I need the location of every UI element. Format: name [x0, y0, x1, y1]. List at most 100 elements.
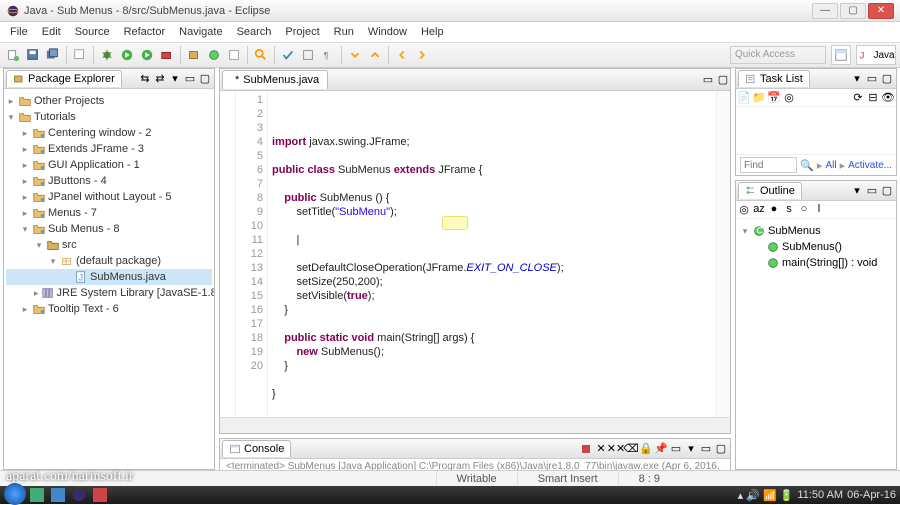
schedule-button[interactable]: 📅 [767, 90, 781, 104]
tree-item[interactable]: ▸Centering window - 2 [6, 125, 212, 141]
task-all-link[interactable]: All [825, 160, 836, 171]
task-activate-link[interactable]: Activate... [848, 160, 892, 171]
new-class-button[interactable] [205, 46, 223, 64]
task-find-go-icon[interactable]: 🔍 [800, 159, 814, 172]
external-tools-button[interactable] [158, 46, 176, 64]
new-task-button[interactable]: 📄 [737, 90, 751, 104]
show-whitespace-button[interactable]: ¶ [319, 46, 337, 64]
close-button[interactable]: ✕ [868, 3, 894, 19]
tree-item[interactable]: ▸JButtons - 4 [6, 173, 212, 189]
start-button[interactable] [4, 483, 26, 505]
outline-tree[interactable]: ▾CSubMenusSubMenus()main(String[]) : voi… [736, 219, 896, 275]
java-perspective-button[interactable]: JJava [856, 45, 896, 65]
new-button[interactable] [4, 46, 22, 64]
tree-item[interactable]: ▸JRE System Library [JavaSE-1.8] [6, 285, 212, 301]
tree-item[interactable]: ▾Sub Menus - 8 [6, 221, 212, 237]
maximize-button[interactable]: ▢ [840, 3, 866, 19]
run-last-button[interactable] [138, 46, 156, 64]
toggle-block-button[interactable] [299, 46, 317, 64]
tree-item[interactable]: ▸Menus - 7 [6, 205, 212, 221]
collapse-all-button[interactable]: ⇆ [138, 72, 152, 86]
maximize-view-button[interactable]: ▢ [198, 72, 212, 86]
console-maximize-button[interactable]: ▢ [714, 442, 728, 456]
outline-menu-button[interactable]: ▾ [850, 184, 864, 198]
focus-button[interactable]: ◎ [782, 90, 796, 104]
minimize-button[interactable]: — [812, 3, 838, 19]
console-display-button[interactable]: ▭ [669, 442, 683, 456]
tree-item[interactable]: ▸Other Projects [6, 93, 212, 109]
console-remove-all-button[interactable]: ✕✕ [609, 442, 623, 456]
tray-icons[interactable]: ▴ 🔊 📶 🔋 [738, 489, 794, 502]
outline-public-button[interactable]: ○ [797, 202, 811, 216]
taskbar-icon[interactable] [27, 487, 47, 503]
save-button[interactable] [24, 46, 42, 64]
taskbar-icon[interactable] [69, 487, 89, 503]
tree-item[interactable]: ▸GUI Application - 1 [6, 157, 212, 173]
outline-sort-button[interactable]: az [752, 202, 766, 216]
menu-window[interactable]: Window [362, 24, 413, 40]
prev-annotation-button[interactable] [366, 46, 384, 64]
overview-ruler[interactable] [716, 91, 730, 417]
tree-item[interactable]: ▾(default package) [6, 253, 212, 269]
outline-fields-button[interactable]: ● [767, 202, 781, 216]
save-all-button[interactable] [44, 46, 62, 64]
console-pin-button[interactable]: 📌 [654, 442, 668, 456]
outline-max-button[interactable]: ▢ [880, 184, 894, 198]
menu-run[interactable]: Run [328, 24, 360, 40]
next-annotation-button[interactable] [346, 46, 364, 64]
menu-help[interactable]: Help [415, 24, 450, 40]
tasklist-max-button[interactable]: ▢ [880, 72, 894, 86]
outline-item[interactable]: ▾CSubMenus [740, 223, 892, 239]
outline-focus-button[interactable]: ◎ [737, 202, 751, 216]
forward-button[interactable] [413, 46, 431, 64]
menu-project[interactable]: Project [279, 24, 325, 40]
menu-file[interactable]: File [4, 24, 34, 40]
quick-access-input[interactable]: Quick Access [730, 46, 826, 64]
collapse-tasks-button[interactable]: ⊟ [866, 90, 880, 104]
tree-item[interactable]: ▸JPanel without Layout - 5 [6, 189, 212, 205]
tasklist-min-button[interactable]: ▭ [865, 72, 879, 86]
minimize-view-button[interactable]: ▭ [183, 72, 197, 86]
outline-item[interactable]: main(String[]) : void [740, 255, 892, 271]
link-editor-button[interactable]: ⇄ [153, 72, 167, 86]
task-find-input[interactable] [740, 157, 797, 173]
outline-item[interactable]: SubMenus() [740, 239, 892, 255]
run-button[interactable] [118, 46, 136, 64]
console-scroll-lock-button[interactable]: 🔒 [639, 442, 653, 456]
task-list-tab[interactable]: Task List [738, 70, 810, 87]
marker-bar[interactable] [220, 91, 236, 417]
menu-source[interactable]: Source [69, 24, 116, 40]
console-terminate-button[interactable] [579, 442, 593, 456]
hide-button[interactable]: 👁 [881, 90, 895, 104]
editor-scrollbar[interactable] [220, 417, 730, 433]
editor-tab-submenus[interactable]: J *SubMenus.java [222, 70, 328, 89]
menu-navigate[interactable]: Navigate [173, 24, 228, 40]
tree-item[interactable]: ▾src [6, 237, 212, 253]
toggle-mark-button[interactable] [279, 46, 297, 64]
tree-item[interactable]: ▸Extends JFrame - 3 [6, 141, 212, 157]
open-task-button[interactable] [225, 46, 243, 64]
menu-edit[interactable]: Edit [36, 24, 67, 40]
outline-static-button[interactable]: s [782, 202, 796, 216]
package-tree[interactable]: ▸Other Projects▾Tutorials▸Centering wind… [4, 89, 214, 321]
view-menu-button[interactable]: ▾ [168, 72, 182, 86]
editor-maximize-button[interactable]: ▢ [716, 73, 730, 87]
outline-tab[interactable]: Outline [738, 182, 802, 199]
categorize-button[interactable]: 📁 [752, 90, 766, 104]
editor-minimize-button[interactable]: ▭ [701, 73, 715, 87]
debug-button[interactable] [98, 46, 116, 64]
outline-min-button[interactable]: ▭ [865, 184, 879, 198]
sync-button[interactable]: ⟳ [851, 90, 865, 104]
search-button[interactable] [252, 46, 270, 64]
tree-item[interactable]: JSubMenus.java [6, 269, 212, 285]
open-type-button[interactable] [71, 46, 89, 64]
taskbar-icon[interactable] [48, 487, 68, 503]
console-minimize-button[interactable]: ▭ [699, 442, 713, 456]
console-tab[interactable]: Console [222, 440, 291, 457]
back-button[interactable] [393, 46, 411, 64]
tree-item[interactable]: ▸Tooltip Text - 6 [6, 301, 212, 317]
new-package-button[interactable] [185, 46, 203, 64]
tasklist-menu-button[interactable]: ▾ [850, 72, 864, 86]
open-perspective-button[interactable] [831, 45, 851, 65]
tree-item[interactable]: ▾Tutorials [6, 109, 212, 125]
